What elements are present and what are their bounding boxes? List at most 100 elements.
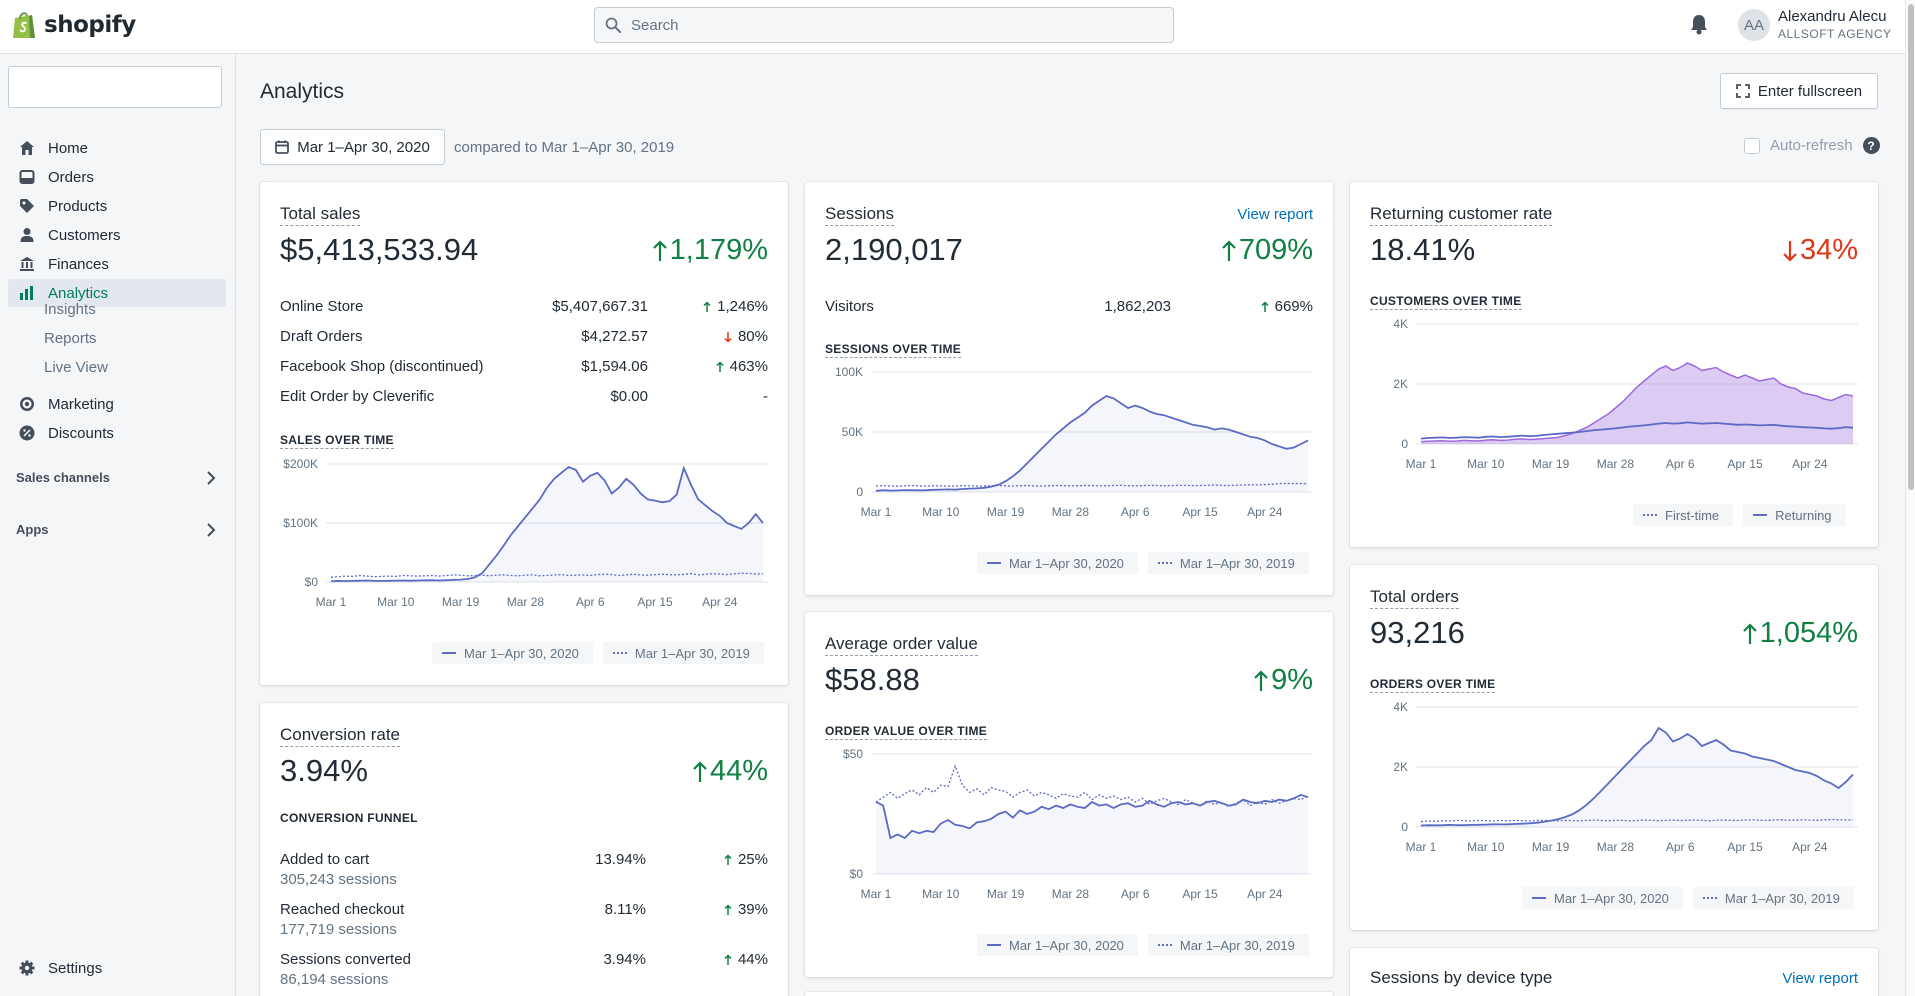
x-tick-label: Apr 24	[702, 595, 738, 609]
legend-item-current[interactable]: Mar 1–Apr 30, 2020	[432, 642, 593, 664]
change-value: 1,246%	[717, 298, 768, 315]
legend-item-previous[interactable]: Mar 1–Apr 30, 2019	[1147, 552, 1309, 574]
sidebar-item-home[interactable]: Home	[8, 134, 226, 162]
legend-item-first-time[interactable]: First-time	[1633, 504, 1734, 526]
legend-line	[612, 652, 627, 654]
legend-line	[987, 562, 1001, 564]
total-orders-card: Total orders 93,216 1,054% ORDERS OVER T…	[1350, 565, 1878, 930]
breakdown-row: Edit Order by Cleverific $0.00 -	[280, 388, 768, 408]
enter-fullscreen-button[interactable]: Enter fullscreen	[1720, 73, 1878, 109]
store-selector[interactable]	[8, 66, 222, 108]
sessions-card: Sessions View report 2,190,017 709% Visi…	[805, 182, 1333, 595]
row-change: 25%	[724, 851, 768, 868]
sidebar-item-customers[interactable]: Customers	[8, 221, 226, 249]
x-tick-label: Mar 28	[1597, 840, 1635, 854]
legend-line	[1753, 514, 1768, 516]
auto-refresh-checkbox[interactable]	[1744, 137, 1760, 154]
auto-refresh-toggle[interactable]: Auto-refresh ?	[1744, 137, 1880, 154]
sidebar-item-settings[interactable]: Settings	[8, 954, 226, 982]
change-value: 39%	[737, 901, 768, 918]
orders-chart: 0 2K 4K Mar 1 Mar 10 Mar 19 Mar 28 Apr 6 Apr 15 A…	[1393, 700, 1858, 854]
sidebar-item-analytics[interactable]: Analytics	[8, 279, 226, 307]
card-title[interactable]: Returning customer rate	[1370, 204, 1553, 226]
x-tick-label: Apr 6	[1121, 887, 1150, 901]
user-menu[interactable]: Alexandru Alecu ALLSOFT AGENCY	[1778, 8, 1891, 41]
sidebar-section-apps[interactable]: Apps	[16, 522, 216, 537]
x-tick-label: Apr 15	[1727, 457, 1763, 471]
breakdown-row: Draft Orders $4,272.57 80%	[280, 328, 768, 348]
card-title[interactable]: Sessions	[825, 204, 894, 226]
arrow-up-icon	[1222, 239, 1236, 261]
bell-icon[interactable]	[1689, 13, 1709, 35]
funnel-row-sessions: 177,719 sessions	[280, 921, 397, 938]
search-input[interactable]	[631, 16, 1131, 34]
search-box[interactable]	[594, 7, 1174, 43]
legend-item-current[interactable]: Mar 1–Apr 30, 2020	[977, 552, 1138, 574]
date-range-label: Mar 1–Apr 30, 2020	[297, 138, 430, 156]
sidebar-item-products[interactable]: Products	[8, 192, 226, 220]
legend-item-current[interactable]: Mar 1–Apr 30, 2020	[977, 934, 1138, 956]
change-value: 34%	[1799, 234, 1858, 266]
chart-label[interactable]: SESSIONS OVER TIME	[825, 342, 962, 358]
x-tick-label: Apr 6	[1666, 840, 1695, 854]
chart-legend: Mar 1–Apr 30, 2020 Mar 1–Apr 30, 2019	[977, 934, 1309, 956]
legend-item-previous[interactable]: Mar 1–Apr 30, 2019	[602, 642, 764, 664]
sessions-change: 709%	[1221, 234, 1313, 267]
legend-item-current[interactable]: Mar 1–Apr 30, 2020	[1522, 887, 1683, 909]
search-icon	[605, 17, 621, 33]
fullscreen-icon	[1735, 84, 1750, 98]
person-icon	[18, 226, 36, 244]
breakdown-row: Facebook Shop (discontinued) $1,594.06 4…	[280, 358, 768, 378]
top-bar: shopify AA Alexandru Alecu ALLSOFT AGENC…	[0, 0, 1915, 54]
shopify-bag-icon	[13, 12, 35, 38]
chevron-right-icon	[207, 522, 216, 537]
sidebar-item-finances[interactable]: Finances	[8, 250, 226, 278]
target-icon	[18, 395, 36, 413]
sidebar-subitem-insights[interactable]: Insights	[44, 301, 96, 318]
chart-label[interactable]: ORDERS OVER TIME	[1370, 677, 1496, 693]
view-report-link[interactable]: View report	[1237, 206, 1313, 223]
sidebar-item-orders[interactable]: Orders	[8, 163, 226, 191]
arrow-up-icon	[693, 760, 707, 782]
sidebar-item-discounts[interactable]: Discounts	[8, 419, 226, 447]
view-report-link[interactable]: View report	[1782, 970, 1858, 987]
chart-label[interactable]: CUSTOMERS OVER TIME	[1370, 294, 1522, 310]
arrow-up-icon	[1261, 300, 1269, 312]
date-range-button[interactable]: Mar 1–Apr 30, 2020	[260, 129, 445, 165]
legend-line	[987, 944, 1001, 946]
change-value: -	[763, 388, 768, 405]
row-value: 8.11%	[604, 901, 646, 918]
gear-icon	[18, 959, 36, 977]
scrollbar-thumb[interactable]	[1908, 4, 1914, 490]
legend-line	[1157, 562, 1172, 564]
x-tick-label: Mar 28	[507, 595, 545, 609]
x-tick-label: Mar 10	[1467, 840, 1505, 854]
sidebar-subitem-reports[interactable]: Reports	[44, 330, 97, 347]
sidebar-section-sales-channels[interactable]: Sales channels	[16, 470, 216, 485]
legend-item-previous[interactable]: Mar 1–Apr 30, 2019	[1692, 887, 1854, 909]
series-area-first-time	[1421, 363, 1853, 444]
help-icon[interactable]: ?	[1862, 137, 1880, 154]
change-value: 80%	[737, 328, 768, 345]
card-title[interactable]: Total orders	[1370, 587, 1459, 609]
legend-item-returning[interactable]: Returning	[1743, 504, 1846, 526]
sidebar-item-marketing[interactable]: Marketing	[8, 390, 226, 418]
card-title[interactable]: Conversion rate	[280, 725, 401, 747]
card-title[interactable]: Total sales	[280, 204, 361, 226]
user-name: Alexandru Alecu	[1778, 8, 1887, 25]
orders-icon	[18, 168, 36, 186]
legend-item-previous[interactable]: Mar 1–Apr 30, 2019	[1147, 934, 1309, 956]
card-title[interactable]: Average order value	[825, 634, 978, 656]
bar-chart-icon	[18, 284, 36, 302]
shopify-logo[interactable]: shopify	[12, 10, 136, 40]
chart-label[interactable]: SALES OVER TIME	[280, 433, 394, 449]
sidebar-item-label: Home	[48, 139, 89, 157]
chart-label[interactable]: ORDER VALUE OVER TIME	[825, 724, 988, 740]
section-label: Sales channels	[16, 470, 110, 485]
tag-icon	[18, 197, 36, 215]
arrow-up-icon	[1742, 622, 1757, 644]
avatar[interactable]: AA	[1738, 9, 1770, 41]
page-scrollbar[interactable]	[1905, 0, 1915, 996]
sidebar-subitem-live-view[interactable]: Live View	[44, 359, 108, 376]
funnel-row: Added to cart 13.94% 25%	[280, 851, 768, 871]
